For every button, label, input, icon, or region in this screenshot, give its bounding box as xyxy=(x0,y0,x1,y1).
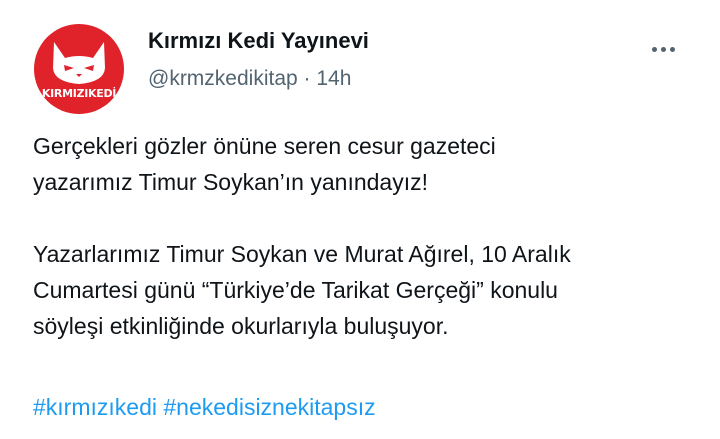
avatar[interactable]: KIRMIZIKEDİ xyxy=(34,24,124,114)
more-options-button[interactable] xyxy=(652,32,679,58)
cat-logo-icon xyxy=(53,42,105,84)
author-handle[interactable]: @krmzkedikitap xyxy=(148,67,298,90)
meta-separator: · xyxy=(303,67,311,90)
hashtag-kirmizikedi[interactable]: #kırmızıkedi xyxy=(33,394,157,420)
tweet-text-line: Cumartesi günü “Türkiye’de Tarikat Gerçe… xyxy=(33,277,558,303)
author-display-name[interactable]: Kırmızı Kedi Yayınevi xyxy=(148,28,369,54)
more-horizontal-icon-dot-3 xyxy=(670,47,675,52)
tweet-card: KIRMIZIKEDİ Kırmızı Kedi Yayınevi @krmzk… xyxy=(0,0,720,439)
tweet-text-line: söyleşi etkinliğinde okurlarıyla buluşuy… xyxy=(33,313,449,339)
tweet-text-line: yazarımız Timur Soykan’ın yanındayız! xyxy=(33,169,428,195)
hashtag-nekedisiznekitapsiz[interactable]: #nekedisiznekitapsız xyxy=(163,394,375,420)
hashtag-row: #kırmızıkedi #nekedisiznekitapsız xyxy=(33,394,376,421)
tweet-text: Gerçekleri gözler önüne seren cesur gaze… xyxy=(33,128,703,344)
avatar-brand-text: KIRMIZIKEDİ xyxy=(41,87,117,100)
more-horizontal-icon xyxy=(652,47,657,52)
tweet-time[interactable]: 14h xyxy=(316,67,351,90)
tweet-text-line: Gerçekleri gözler önüne seren cesur gaze… xyxy=(33,133,496,159)
more-horizontal-icon-dot-2 xyxy=(661,47,666,52)
author-meta: @krmzkedikitap · 14h xyxy=(148,67,351,91)
tweet-text-line: Yazarlarımız Timur Soykan ve Murat Ağıre… xyxy=(33,241,571,267)
